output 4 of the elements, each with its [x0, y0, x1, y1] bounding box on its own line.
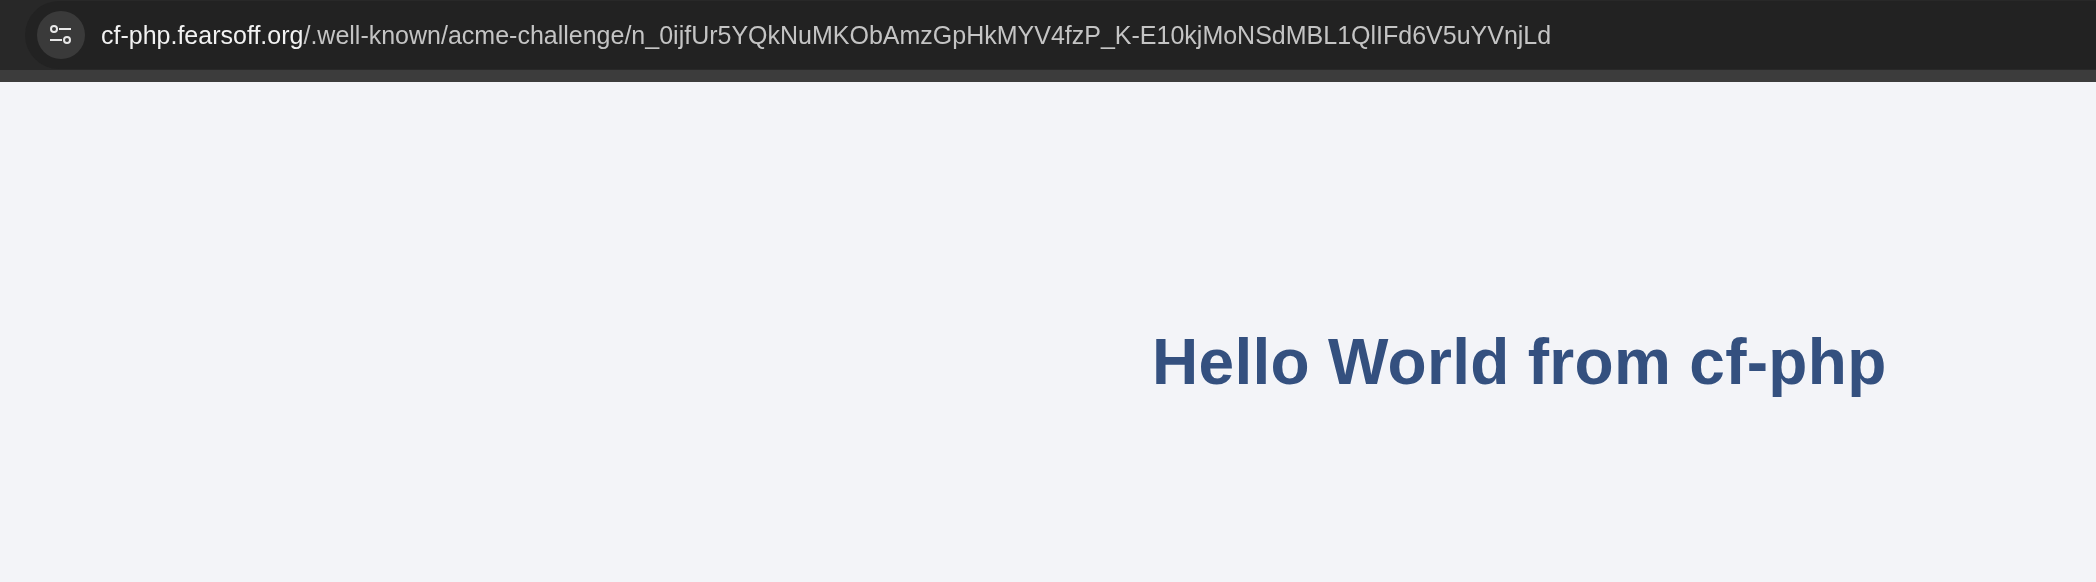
site-settings-icon[interactable]: [37, 11, 85, 59]
address-bar[interactable]: cf-php.fearsoff.org/.well-known/acme-challenge/n_0ijfUr5YQkNuMKObAmzGpHkMYV4fzP_K-E10kjMoNSdMBL1QlIFd6V5uYVnjLd: [25, 1, 2096, 69]
url-host: cf-php.fearsoff.org: [101, 20, 304, 49]
url-path: /.well-known/acme-challenge/n_0ijfUr5YQkNuMKObAmzGpHkMYV4fzP_K-E10kjMoNSdMBL1QlIFd6V5uYVnjLd: [303, 20, 1552, 49]
